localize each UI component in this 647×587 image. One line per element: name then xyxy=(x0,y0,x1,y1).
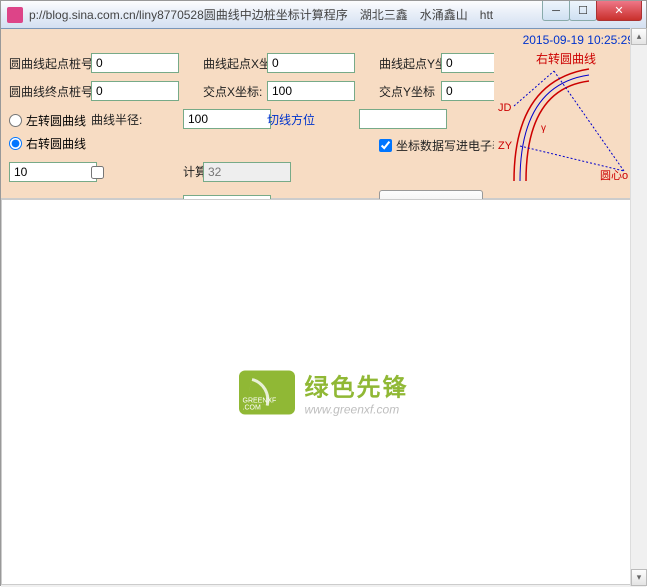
minimize-button[interactable]: ─ xyxy=(542,1,570,21)
label-right-turn: 右转圆曲线 xyxy=(26,135,86,152)
watermark-cn: 绿色先锋 xyxy=(305,368,409,403)
diagram-zy: ZY xyxy=(498,140,513,152)
app-icon xyxy=(7,7,23,23)
input-intersect-x[interactable] xyxy=(267,81,355,101)
input-intersect-y[interactable] xyxy=(441,81,499,101)
input-curve-start-x[interactable] xyxy=(267,53,355,73)
label-start-stake: 圆曲线起点桩号: xyxy=(9,55,89,72)
radio-left-turn[interactable] xyxy=(9,114,22,127)
maximize-button[interactable]: ☐ xyxy=(569,1,597,21)
content-area: 绿色先锋 www.greenxf.com xyxy=(1,199,646,585)
input-end-stake[interactable] xyxy=(91,81,179,101)
curve-diagram: 右转圆曲线 JD ZY 圆心o γ xyxy=(494,51,638,191)
label-radius: 曲线半径: xyxy=(91,111,181,128)
label-calc-single: 计算单个里程坐标 xyxy=(183,167,201,178)
input-single xyxy=(203,162,291,182)
checkbox-calc-single[interactable] xyxy=(91,166,104,179)
checkbox-write-excel[interactable] xyxy=(379,139,392,152)
watermark: 绿色先锋 www.greenxf.com xyxy=(239,368,409,417)
radio-right-turn-item[interactable]: 右转圆曲线 xyxy=(9,135,89,152)
timestamp: 2015-09-19 10:25:29 xyxy=(523,33,634,47)
label-tangent-dir: 切线方位 xyxy=(267,111,357,128)
label-curve-start-x: 曲线起点X坐标: xyxy=(203,55,265,72)
radio-right-turn[interactable] xyxy=(9,137,22,150)
input-tangent-dir[interactable] xyxy=(359,109,447,129)
window-controls: ─ ☐ ✕ xyxy=(543,1,642,21)
vertical-scrollbar[interactable]: ▴ ▾ xyxy=(630,28,647,586)
input-start-stake[interactable] xyxy=(91,53,179,73)
scroll-up-arrow[interactable]: ▴ xyxy=(631,28,647,45)
work-area: 2015-09-19 10:25:29 圆曲线起点桩号: 曲线起点X坐标: 曲线… xyxy=(1,29,646,587)
input-radius[interactable] xyxy=(183,109,271,129)
label-intersect-x: 交点X坐标: xyxy=(203,83,265,100)
input-stake-dist[interactable] xyxy=(9,162,97,182)
diagram-title: 右转圆曲线 xyxy=(536,51,596,66)
label-intersect-y: 交点Y坐标 xyxy=(379,83,439,100)
watermark-en: www.greenxf.com xyxy=(305,403,409,417)
watermark-badge xyxy=(239,370,295,414)
label-left-turn: 左转圆曲线 xyxy=(26,112,86,129)
close-button[interactable]: ✕ xyxy=(596,1,642,21)
scroll-down-arrow[interactable]: ▾ xyxy=(631,569,647,586)
title-bar: p://blog.sina.com.cn/liny8770528圆曲线中边桩坐标… xyxy=(1,1,646,29)
radio-left-turn-item[interactable]: 左转圆曲线 xyxy=(9,112,89,129)
form-panel: 2015-09-19 10:25:29 圆曲线起点桩号: 曲线起点X坐标: 曲线… xyxy=(1,29,646,199)
diagram-svg: 右转圆曲线 JD ZY 圆心o γ xyxy=(494,51,638,191)
diagram-jd: JD xyxy=(498,102,512,114)
input-curve-start-y[interactable] xyxy=(441,53,499,73)
svg-text:γ: γ xyxy=(541,123,546,134)
label-end-stake: 圆曲线终点桩号: xyxy=(9,83,89,100)
turn-radio-group: 左转圆曲线 右转圆曲线 xyxy=(9,112,89,152)
scroll-track[interactable] xyxy=(631,45,647,569)
app-window: p://blog.sina.com.cn/liny8770528圆曲线中边桩坐标… xyxy=(0,0,647,586)
diagram-center: 圆心o xyxy=(600,169,628,182)
watermark-text: 绿色先锋 www.greenxf.com xyxy=(305,368,409,417)
label-curve-start-y: 曲线起点Y坐标: xyxy=(379,55,439,72)
